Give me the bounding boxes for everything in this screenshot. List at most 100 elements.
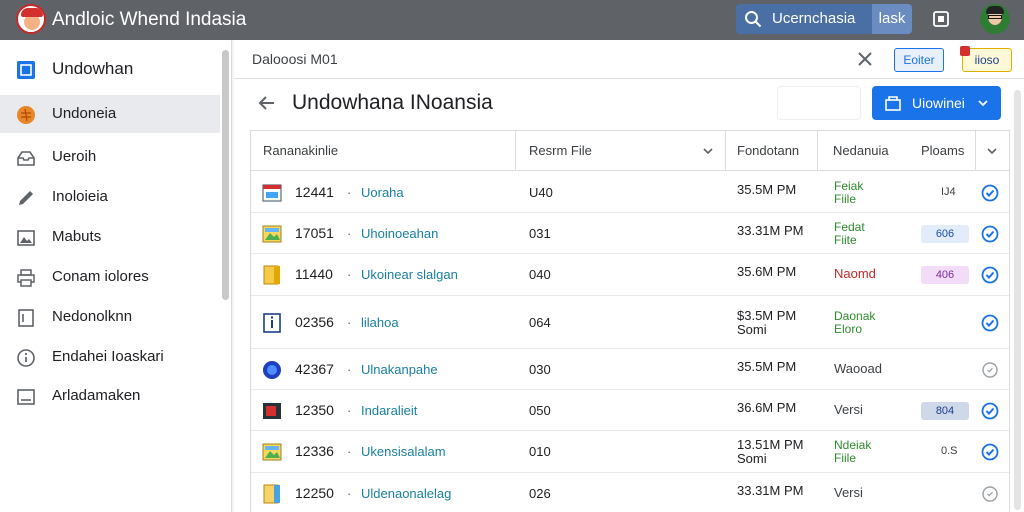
sidebar-item-ueroih[interactable]: Ueroih (0, 138, 220, 176)
file-count: 050 (529, 403, 551, 418)
check-circle-icon[interactable] (981, 314, 999, 332)
back-arrow-icon[interactable] (256, 92, 278, 114)
archive-icon (17, 389, 35, 405)
breadcrumb[interactable]: Dalooosi M01 (252, 51, 338, 67)
chevron-down-icon[interactable] (701, 144, 715, 158)
status-text: Feiak Fiile (834, 179, 864, 206)
pencil-icon (19, 191, 33, 205)
modified-time: 35.6M PM (737, 264, 797, 279)
table-row[interactable]: 12350 · Indaralieit 050 36.6M PM Versi 804 (251, 390, 1009, 431)
file-name-link[interactable]: Ukoinear slalgan (361, 267, 458, 282)
modified-time: 13.51M PM Somi (737, 437, 804, 466)
file-name-link[interactable]: lilahoa (361, 315, 399, 330)
folder-blue-icon (263, 484, 280, 504)
check-circle-icon[interactable] (981, 184, 999, 202)
sidebar-item-undoneia[interactable]: Undoneia (0, 95, 220, 133)
modified-time: 36.6M PM (737, 400, 797, 415)
check-circle-icon[interactable] (981, 225, 999, 243)
chevron-down-icon (978, 100, 988, 107)
sidebar-item-endahei-ioaskari[interactable]: Endahei Ioaskari (0, 338, 220, 376)
document-info-icon (263, 313, 281, 333)
upload-button[interactable]: Uiowinei (872, 86, 1001, 120)
file-table: Rananakinlie Resrm File Fondotann Nedanu… (250, 130, 1010, 512)
column-header[interactable]: Ploams (921, 143, 964, 158)
document-icon (18, 309, 34, 327)
check-circle-icon[interactable] (981, 266, 999, 284)
check-circle-icon[interactable] (981, 402, 999, 420)
flag-icon (17, 106, 35, 124)
window-icon[interactable] (932, 10, 950, 28)
file-name-link[interactable]: Ulnakanpahe (361, 362, 438, 377)
sidebar-item-conam-iolores[interactable]: Conam iolores (0, 258, 220, 296)
status-text: Fedat Fiite (834, 220, 865, 247)
chevron-down-icon[interactable] (985, 144, 999, 158)
sidebar-item-label: Mabuts (52, 228, 102, 245)
top-bar: Andloic Whend Indasia Ucernchasia lask (0, 0, 1024, 40)
file-id: 12336 (295, 443, 334, 459)
sidebar-item-undowhan[interactable]: Undowhan (0, 50, 220, 88)
plan-value: 0.S (941, 445, 958, 457)
image-file-red-icon (262, 184, 282, 202)
file-id: 11440 (295, 266, 333, 282)
close-icon[interactable] (856, 50, 874, 68)
sidebar-scrollbar[interactable] (222, 50, 229, 300)
status-badge: 804 (921, 402, 969, 420)
avatar-glasses (988, 15, 1002, 19)
sidebar-item-arladamaken[interactable]: Arladamaken (0, 377, 220, 415)
main-scrollbar[interactable] (1014, 90, 1021, 510)
search-task-button[interactable]: lask (872, 4, 912, 34)
image-icon (17, 230, 35, 246)
file-name-link[interactable]: Uhoinoeahan (361, 226, 438, 241)
notification-button[interactable]: iioso (960, 46, 1012, 72)
avatar[interactable] (980, 4, 1010, 34)
app-logo[interactable] (16, 4, 46, 34)
empty-circle-icon[interactable] (981, 361, 999, 379)
file-name-link[interactable]: Ukensisalalam (361, 444, 446, 459)
sidebar-item-label: Ueroih (52, 148, 97, 165)
separator: · (347, 226, 352, 241)
file-name-link[interactable]: Uoraha (361, 185, 404, 200)
column-divider (975, 131, 976, 171)
file-name-link[interactable]: Uldenaonalelag (361, 486, 451, 501)
status-text: Daonak Eloro (834, 309, 876, 336)
file-id: 02356 (295, 314, 334, 330)
sidebar-item-inoloieia[interactable]: Inoloieia (0, 178, 220, 216)
sidebar-item-nedonolknn[interactable]: Nedonolknn (0, 298, 220, 336)
column-header[interactable]: Fondotann (737, 143, 799, 158)
file-count: 010 (529, 444, 551, 459)
separator: · (347, 267, 352, 282)
modified-time: 35.5M PM (737, 182, 797, 197)
avatar-hair (986, 6, 1004, 14)
file-id: 12441 (295, 184, 334, 200)
empty-circle-icon[interactable] (981, 485, 999, 503)
table-row[interactable]: 02356 · lilahoa 064 $3.5M PM Somi Daonak Elor… (251, 296, 1009, 349)
check-circle-icon[interactable] (981, 443, 999, 461)
landscape-file-icon (262, 225, 282, 243)
column-header[interactable]: Nedanuia (833, 143, 889, 158)
table-row[interactable]: 12336 · Ukensisalalam 010 13.51M PM Somi Ndei… (251, 431, 1009, 473)
file-name-link[interactable]: Indaralieit (361, 403, 417, 418)
secondary-button[interactable] (777, 86, 861, 120)
file-id: 42367 (295, 361, 334, 377)
table-row[interactable]: 11440 · Ukoinear slalgan 040 35.6M PM Naomd 40… (251, 254, 1009, 296)
column-header[interactable]: Rananakinlie (263, 143, 338, 158)
printer-icon (17, 269, 35, 287)
column-divider (725, 131, 726, 171)
file-id: 12250 (295, 485, 334, 501)
modified-time: 35.5M PM (737, 359, 797, 374)
file-count: 031 (529, 226, 551, 241)
sidebar-item-label: Arladamaken (52, 387, 141, 404)
editor-button[interactable]: Eoiter (894, 48, 944, 72)
table-row[interactable]: 12250 · Uldenaonalelag 026 33.31M PM Versi (251, 473, 1009, 512)
sidebar-item-mabuts[interactable]: Mabuts (0, 218, 220, 256)
table-row[interactable]: 12441 · Uoraha U40 35.5M PM Feiak Fiile IJ4 (251, 172, 1009, 213)
table-row[interactable]: 17051 · Uhoinoeahan 031 33.31M PM Fedat Fiite… (251, 213, 1009, 254)
search-label: Ucernchasia (772, 10, 856, 27)
status-text: Waooad (834, 361, 882, 376)
separator: · (347, 403, 352, 418)
status-text: Versi (834, 402, 863, 417)
modified-time: 33.31M PM (737, 223, 804, 238)
sidebar-item-label: Conam iolores (52, 268, 149, 285)
table-row[interactable]: 42367 · Ulnakanpahe 030 35.5M PM Waooad (251, 349, 1009, 390)
column-header[interactable]: Resrm File (529, 143, 592, 158)
